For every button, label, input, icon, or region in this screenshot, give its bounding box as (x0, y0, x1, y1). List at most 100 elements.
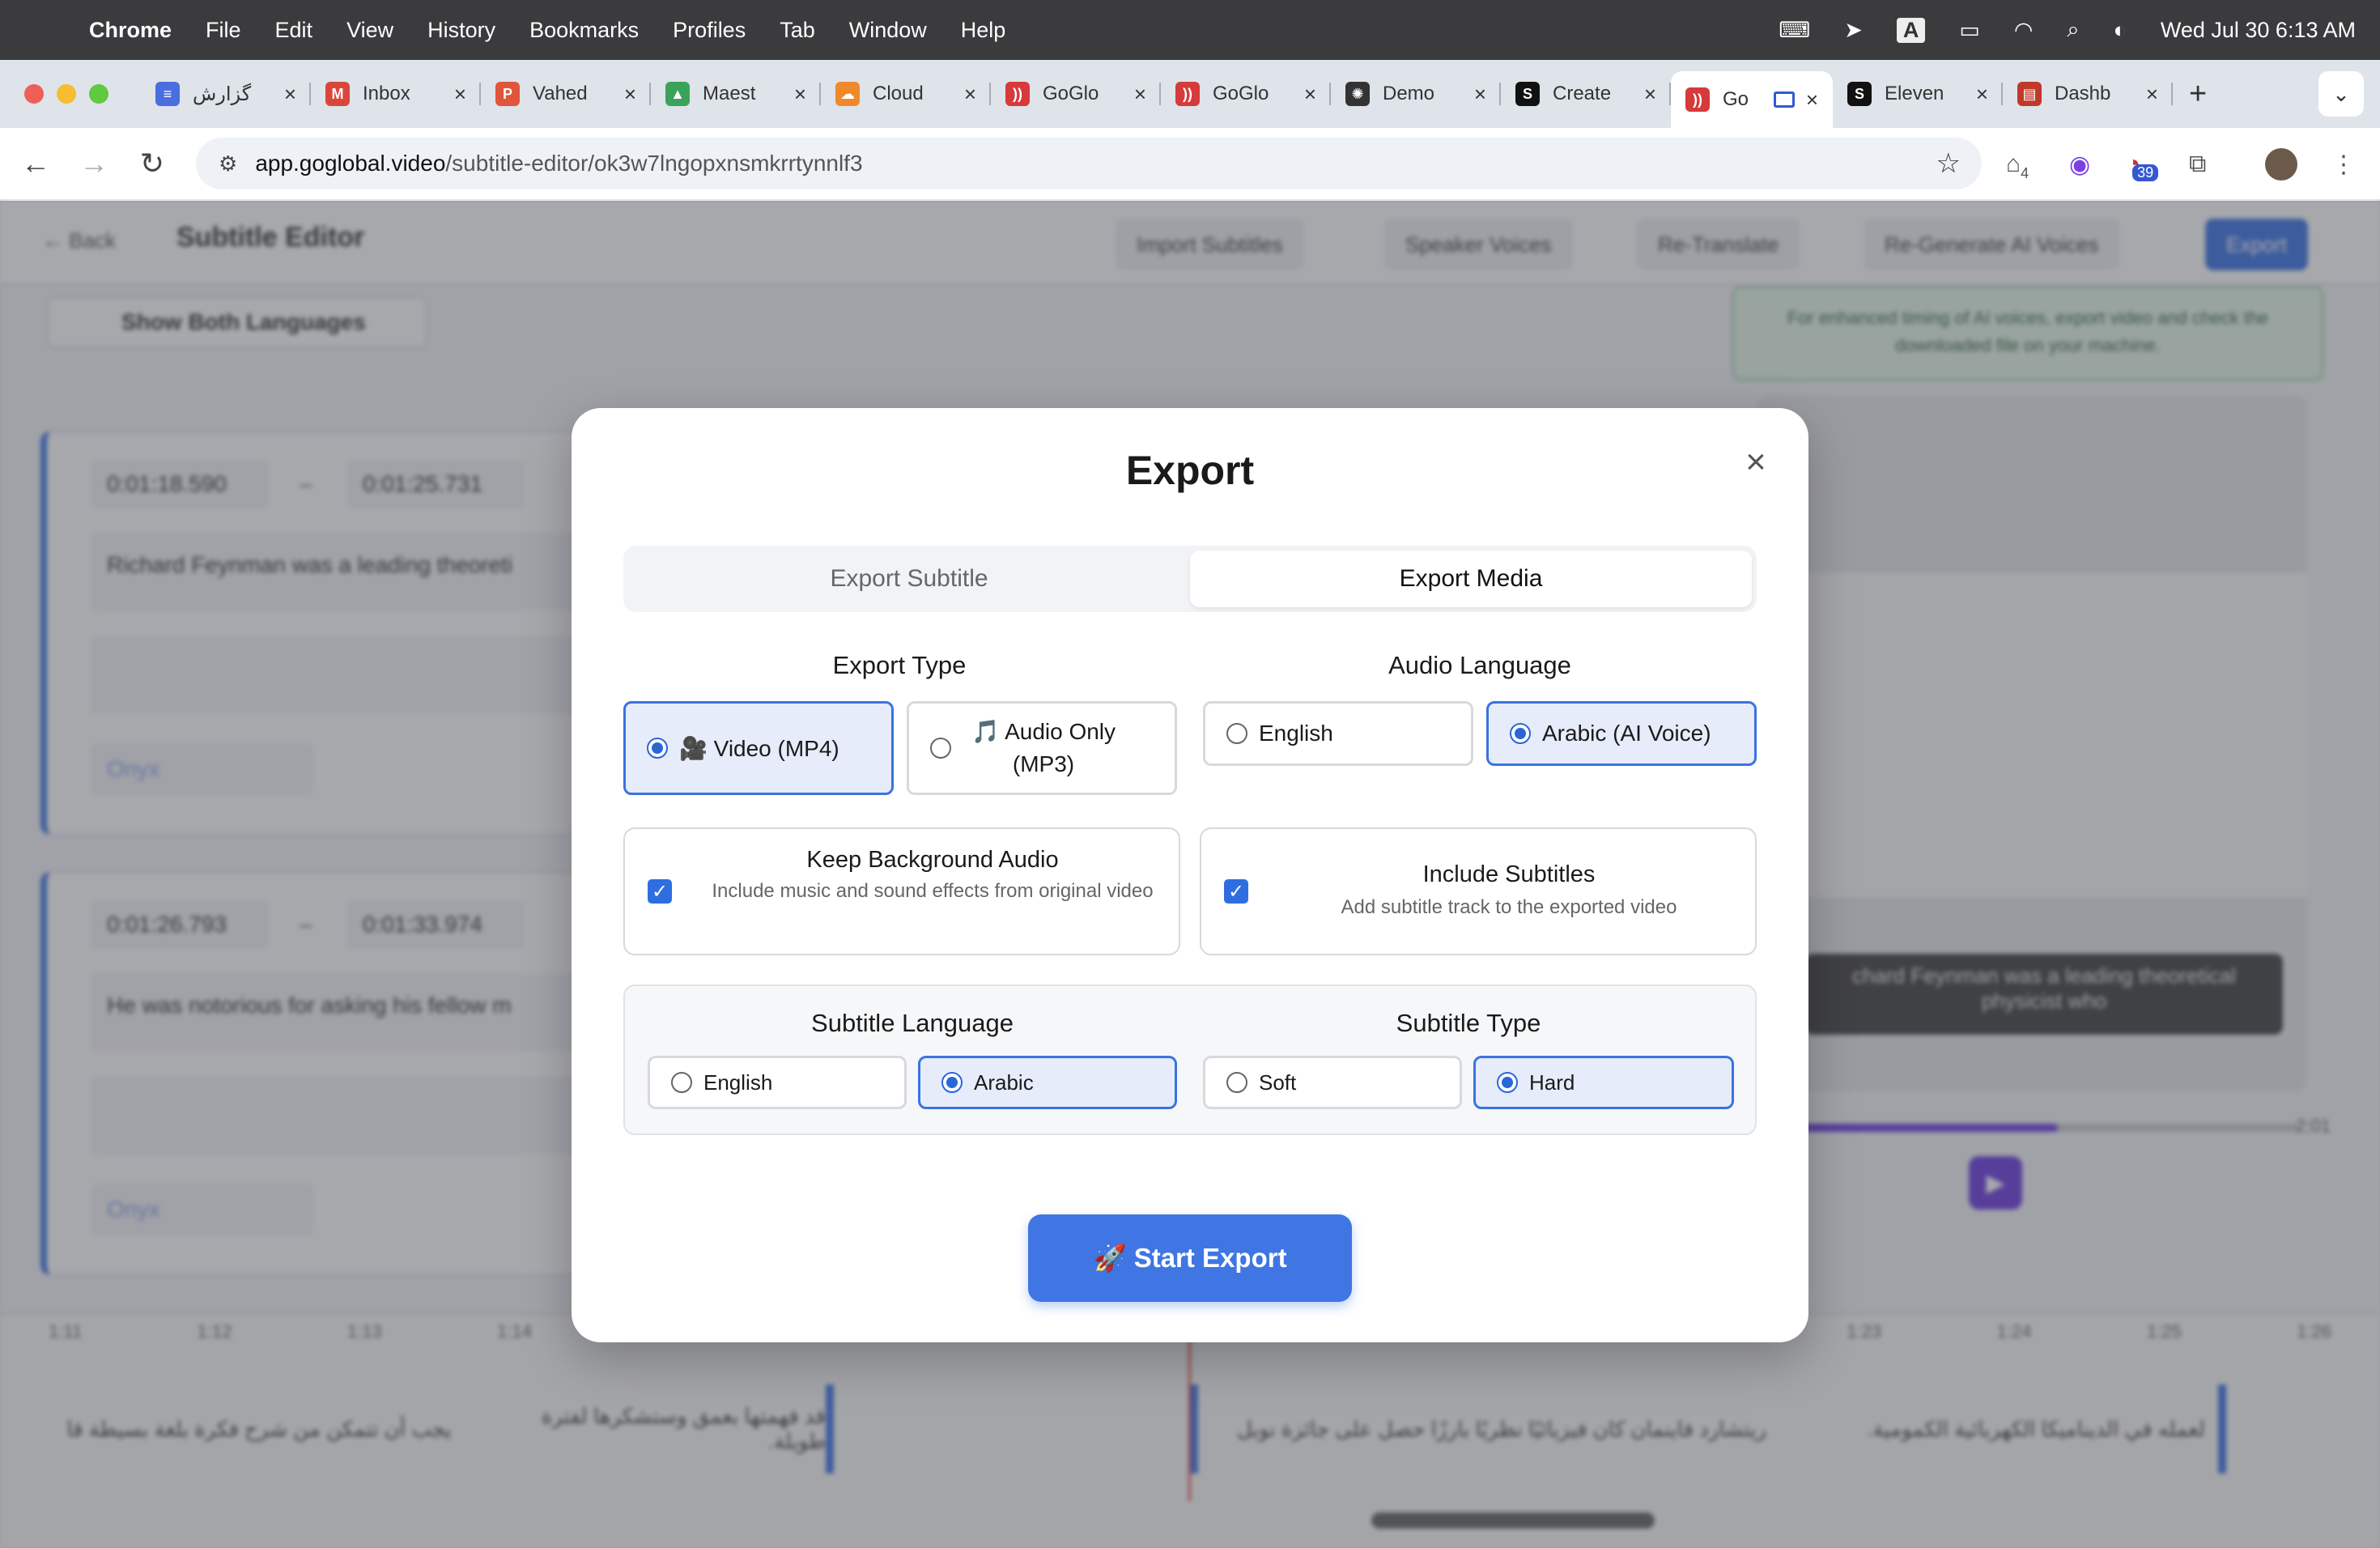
tab-close-icon[interactable]: × (1304, 82, 1316, 107)
new-tab-icon[interactable]: + (2189, 77, 2207, 112)
start-export-button[interactable]: 🚀 Start Export (1028, 1214, 1352, 1302)
tab-close-icon[interactable]: × (2146, 82, 2158, 107)
tab-search-icon[interactable]: ⌄ (2318, 71, 2364, 117)
minimize-window-button[interactable] (57, 84, 76, 104)
menu-window[interactable]: Window (849, 18, 927, 43)
menu-tab[interactable]: Tab (780, 18, 815, 43)
tab-close-icon[interactable]: × (794, 82, 806, 107)
tab-media-icon[interactable] (1773, 91, 1795, 108)
menu-profiles[interactable]: Profiles (673, 18, 746, 43)
close-window-button[interactable] (24, 84, 44, 104)
option-label: English (1259, 721, 1333, 746)
browser-tab-bar: ≡ گزارش × M Inbox × P Vahed × ▲ Maest × ☁ Cloud ×)) GoG… (0, 60, 2380, 128)
option-label: Arabic (AI Voice) (1542, 721, 1711, 746)
export-type-video-option[interactable]: 🎥 Video (MP4) (623, 701, 894, 795)
menubar-clock[interactable]: Wed Jul 30 6:13 AM (2161, 18, 2356, 43)
tab-close-icon[interactable]: × (1976, 82, 1988, 107)
subtitle-type-soft-option[interactable]: Soft (1203, 1056, 1462, 1109)
extension-notification-icon[interactable]: ◔ 39 (2126, 128, 2159, 201)
browser-tab[interactable]: ✺ Demo × (1331, 70, 1501, 118)
tab-close-icon[interactable]: × (284, 82, 296, 107)
radio-arabic-subtitle[interactable] (941, 1072, 963, 1093)
tab-title: Eleven (1885, 83, 1944, 104)
subtitle-language-english-option[interactable]: English (648, 1056, 907, 1109)
subtitle-type-hard-option[interactable]: Hard (1473, 1056, 1734, 1109)
subtitle-language-arabic-option[interactable]: Arabic (918, 1056, 1177, 1109)
browser-tab[interactable]: S Create × (1501, 70, 1671, 118)
telegram-icon[interactable]: ➤ (1844, 18, 1863, 43)
tab-close-icon[interactable]: × (1644, 82, 1656, 107)
extension-purple-icon[interactable]: ◉ (2069, 128, 2090, 201)
browser-tab[interactable]: S Eleven × (1833, 70, 2003, 118)
window-controls (24, 84, 108, 104)
battery-icon[interactable]: ▭ (1959, 18, 1980, 43)
menu-edit[interactable]: Edit (275, 18, 313, 43)
radio-english-audio[interactable] (1226, 723, 1247, 744)
tab-close-icon[interactable]: × (454, 82, 466, 107)
browser-tab-active[interactable]: )) Go × (1671, 71, 1833, 128)
tab-close-icon[interactable]: × (624, 82, 636, 107)
extension-home-icon[interactable]: ⌂ 4 (2006, 128, 2029, 201)
forward-arrow-icon[interactable]: → (65, 147, 123, 181)
export-tabs: Export Subtitle Export Media (623, 546, 1757, 612)
radio-hard[interactable] (1497, 1072, 1518, 1093)
tab-close-icon[interactable]: × (1806, 87, 1818, 113)
input-source-icon[interactable]: A (1896, 17, 1926, 43)
tab-export-subtitle[interactable]: Export Subtitle (628, 551, 1190, 607)
browser-tab[interactable]: )) GoGlo × (991, 70, 1161, 118)
goglobal-icon: )) (1685, 87, 1710, 112)
goglobal-icon: )) (1005, 82, 1030, 106)
maestro-icon: ▲ (665, 82, 690, 106)
option-label: English (703, 1070, 773, 1095)
radio-audio[interactable] (930, 738, 951, 759)
url-bar[interactable]: ⚙ app.goglobal.video/subtitle-editor/ok3… (196, 138, 1982, 189)
browser-tab[interactable]: ≡ گزارش × (141, 70, 311, 118)
browser-tab[interactable]: ☁ Cloud × (821, 70, 991, 118)
radio-english-subtitle[interactable] (671, 1072, 692, 1093)
tab-export-media[interactable]: Export Media (1190, 551, 1752, 607)
keyboard-icon[interactable]: ⌨ (1779, 18, 1810, 43)
menu-file[interactable]: File (206, 18, 241, 43)
browser-tab[interactable]: ▤ Dashb × (2003, 70, 2173, 118)
tab-close-icon[interactable]: × (964, 82, 976, 107)
menu-app-name[interactable]: Chrome (89, 18, 172, 43)
tab-close-icon[interactable]: × (1134, 82, 1146, 107)
s-icon: S (1847, 82, 1872, 106)
export-type-audio-option[interactable]: 🎵 Audio Only (MP3) (907, 701, 1177, 795)
keep-background-audio-box[interactable]: ✓ Keep Background Audio Include music an… (623, 827, 1180, 955)
menu-view[interactable]: View (346, 18, 393, 43)
chrome-menu-icon[interactable]: ⋮ (2331, 128, 2356, 201)
control-center-icon[interactable]: ◐ (2114, 18, 2127, 43)
browser-tab[interactable]: ▲ Maest × (651, 70, 821, 118)
site-info-icon[interactable]: ⚙ (219, 151, 237, 176)
keep-background-desc: Include music and sound effects from ori… (712, 880, 1154, 902)
back-arrow-icon[interactable]: ← (6, 147, 65, 181)
zoom-window-button[interactable] (89, 84, 108, 104)
spotlight-search-icon[interactable]: ⌕ (2067, 17, 2079, 43)
menu-bookmarks[interactable]: Bookmarks (529, 18, 639, 43)
browser-tab[interactable]: )) GoGlo × (1161, 70, 1331, 118)
keep-background-checkbox[interactable]: ✓ (648, 879, 672, 904)
include-subtitles-checkbox[interactable]: ✓ (1224, 879, 1248, 904)
browser-tab[interactable]: M Inbox × (311, 70, 481, 118)
url-path: /subtitle-editor/ok3w7lngopxnsmkrrtynnlf… (445, 151, 863, 176)
audio-language-english-option[interactable]: English (1203, 701, 1473, 766)
reload-icon[interactable]: ↻ (123, 147, 181, 181)
radio-video[interactable] (647, 738, 668, 759)
menu-history[interactable]: History (427, 18, 495, 43)
browser-tab[interactable]: P Vahed × (481, 70, 651, 118)
extensions-puzzle-icon[interactable]: ⧉ (2189, 128, 2206, 201)
radio-soft[interactable] (1226, 1072, 1247, 1093)
wifi-icon[interactable]: ◠ (2014, 18, 2034, 43)
radio-arabic-audio[interactable] (1510, 723, 1531, 744)
menu-help[interactable]: Help (961, 18, 1006, 43)
tab-title: GoGlo (1043, 83, 1099, 104)
profile-avatar[interactable] (2265, 128, 2297, 201)
include-subtitles-box[interactable]: ✓ Include Subtitles Add subtitle track t… (1200, 827, 1757, 955)
bookmark-star-icon[interactable]: ☆ (1936, 147, 1961, 180)
close-icon[interactable]: × (1736, 442, 1776, 483)
goglobal-icon: )) (1175, 82, 1200, 106)
option-label: Hard (1529, 1070, 1575, 1095)
tab-close-icon[interactable]: × (1474, 82, 1486, 107)
audio-language-arabic-option[interactable]: Arabic (AI Voice) (1486, 701, 1757, 766)
